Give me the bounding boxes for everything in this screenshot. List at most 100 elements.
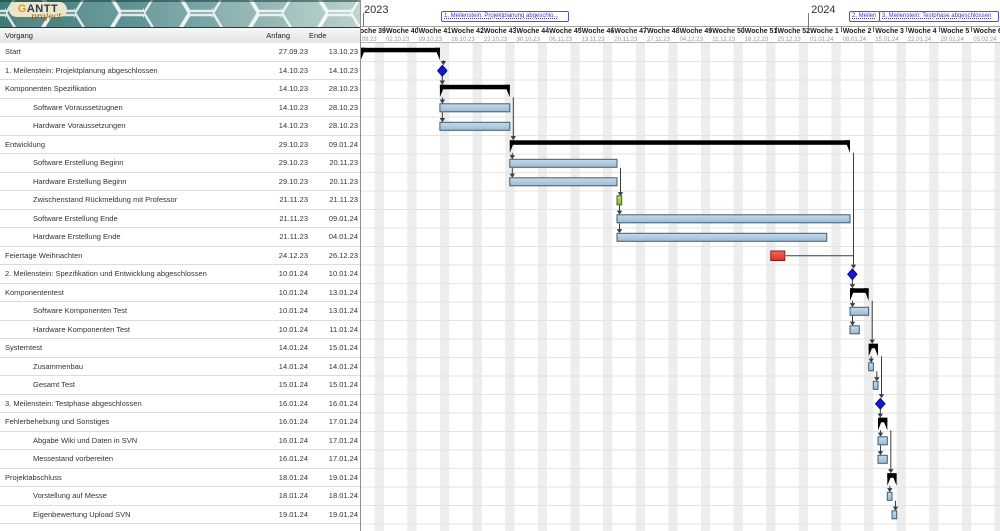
- week-label: Woche 41: [419, 28, 452, 35]
- gantt-bar-task[interactable]: [440, 122, 510, 130]
- task-row[interactable]: Software Komponenten Test10.01.2413.01.2…: [0, 302, 360, 321]
- gantt-bar-task[interactable]: [617, 233, 827, 241]
- task-name-cell: Entwicklung: [5, 136, 45, 154]
- task-row[interactable]: 3. Meilenstein: Testphase abgeschlossen1…: [0, 395, 360, 414]
- task-name-cell: 2. Meilenstein: Spezifikation und Entwic…: [5, 265, 207, 283]
- task-end-cell: 11.01.24: [290, 321, 358, 339]
- task-row[interactable]: Start27.09.2313.10.23: [0, 43, 360, 62]
- gantt-bar-task[interactable]: [440, 104, 510, 112]
- week-start-date: 30.10.23: [517, 37, 540, 43]
- week-label: Woche 48: [647, 28, 680, 35]
- task-name-cell: Komponententest: [5, 284, 64, 302]
- task-end-cell: 21.11.23: [290, 191, 358, 209]
- task-end-cell: 10.01.24: [290, 265, 358, 283]
- gantt-bar-summary[interactable]: [361, 48, 440, 53]
- milestone-timeline-label: 3. Meilenstein: Testphase abgeschlossen: [879, 11, 999, 22]
- task-row[interactable]: Software Erstellung Beginn29.10.2320.11.…: [0, 154, 360, 173]
- week-label: Woche 47: [614, 28, 647, 35]
- gantt-bar-task[interactable]: [878, 455, 887, 463]
- gantt-bar-task[interactable]: [617, 215, 850, 223]
- dependency-arrow: [878, 414, 883, 418]
- week-start-date: 09.10.23: [419, 37, 442, 43]
- gantt-milestone-diamond[interactable]: [876, 398, 886, 409]
- gantt-bar-summary[interactable]: [440, 85, 510, 90]
- task-row[interactable]: Systemtest14.01.2415.01.24: [0, 339, 360, 358]
- app-banner: GANTT project: [0, 0, 360, 28]
- summary-end-hook: [882, 418, 887, 431]
- dependency-arrow: [850, 284, 856, 288]
- weekend-band: [995, 43, 1000, 531]
- task-row[interactable]: Komponenten Spezifikation14.10.2328.10.2…: [0, 80, 360, 99]
- week-start-date: 08.01.24: [843, 37, 866, 43]
- task-end-cell: 20.11.23: [290, 173, 358, 191]
- gantt-bar-task[interactable]: [892, 511, 897, 519]
- weekend-band: [929, 43, 938, 531]
- task-end-cell: 09.01.24: [290, 210, 358, 228]
- task-table-header: Vorgang Anfang Ende: [0, 28, 360, 44]
- task-row[interactable]: Software Erstellung Ende21.11.2309.01.24: [0, 210, 360, 229]
- task-row[interactable]: Zwischenstand Rückmeldung mit Professor2…: [0, 191, 360, 210]
- milestone-timeline-label: 2. Meilen: [849, 11, 880, 22]
- task-end-cell: 13.01.24: [290, 302, 358, 320]
- week-start-date: 11.12.23: [712, 37, 735, 43]
- task-row[interactable]: Eigenbewertung Upload SVN19.01.2419.01.2…: [0, 506, 360, 525]
- task-row[interactable]: Komponententest10.01.2413.01.24: [0, 284, 360, 303]
- task-end-cell: 28.10.23: [290, 117, 358, 135]
- gantt-bar-holiday[interactable]: [771, 251, 785, 261]
- week-label: Woche 1: [810, 28, 839, 35]
- weekend-band: [473, 43, 482, 531]
- task-row[interactable]: Zusammenbau14.01.2414.01.24: [0, 358, 360, 377]
- gantt-milestone-diamond[interactable]: [848, 269, 858, 280]
- gantt-bar-task[interactable]: [887, 492, 892, 500]
- gantt-bar-task[interactable]: [510, 178, 617, 186]
- summary-end-hook: [873, 344, 878, 357]
- week-label: Woche 46: [582, 28, 615, 35]
- dependency-arrow: [887, 488, 892, 492]
- gantt-bar-task[interactable]: [869, 363, 874, 371]
- task-row[interactable]: Vorstellung auf Messe18.01.2418.01.24: [0, 487, 360, 506]
- gantt-bar-task[interactable]: [878, 437, 887, 445]
- gantt-bar-task[interactable]: [510, 159, 617, 167]
- task-row[interactable]: 1. Meilenstein: Projektplanung abgeschlo…: [0, 62, 360, 81]
- week-label: Woche 45: [549, 28, 582, 35]
- task-row[interactable]: Projektabschluss18.01.2419.01.24: [0, 469, 360, 488]
- task-row[interactable]: Gesamt Test15.01.2415.01.24: [0, 376, 360, 395]
- task-row[interactable]: Hardware Voraussetzungen14.10.2328.10.23: [0, 117, 360, 136]
- task-name-cell: Software Erstellung Beginn: [33, 154, 123, 172]
- task-row[interactable]: Abgabe Wiki und Daten in SVN16.01.2417.0…: [0, 432, 360, 451]
- task-end-cell: 17.01.24: [290, 450, 358, 468]
- task-name-cell: Fehlerbehebung und Sonstiges: [5, 413, 109, 431]
- week-label: Woche 6: [973, 28, 1000, 35]
- summary-end-hook: [845, 140, 850, 153]
- task-row[interactable]: Software Voraussetzugnen14.10.2328.10.23: [0, 99, 360, 118]
- summary-start-hook: [887, 473, 892, 486]
- task-end-cell: 16.01.24: [290, 395, 358, 413]
- task-row[interactable]: Messestand vorbereiten16.01.2417.01.24: [0, 450, 360, 469]
- task-row[interactable]: Fehlerbehebung und Sonstiges16.01.2417.0…: [0, 413, 360, 432]
- gantt-bar-summary[interactable]: [510, 140, 850, 145]
- task-row[interactable]: Hardware Erstellung Beginn29.10.2320.11.…: [0, 173, 360, 192]
- week-start-date: 25.09.23: [361, 37, 377, 43]
- task-row[interactable]: Entwicklung29.10.2309.01.24: [0, 136, 360, 155]
- task-name-cell: Eigenbewertung Upload SVN: [33, 506, 131, 524]
- task-table-body: Start27.09.2313.10.231. Meilenstein: Pro…: [0, 43, 360, 524]
- gantt-bar-task[interactable]: [850, 307, 869, 315]
- column-header-anfang: Anfang: [240, 28, 290, 43]
- task-end-cell: 04.01.24: [290, 228, 358, 246]
- weekend-band: [538, 43, 547, 531]
- gantt-bar-task[interactable]: [873, 381, 878, 389]
- task-name-cell: Messestand vorbereiten: [33, 450, 113, 468]
- week-tick: [808, 27, 809, 32]
- ganttproject-window: GANTT project Vorgang Anfang Ende Start2…: [0, 0, 1000, 531]
- task-row[interactable]: Hardware Erstellung Ende21.11.2304.01.24: [0, 228, 360, 247]
- task-row[interactable]: Hardware Komponenten Test10.01.2411.01.2…: [0, 321, 360, 340]
- week-tick: [515, 27, 516, 32]
- task-name-cell: Komponenten Spezifikation: [5, 80, 96, 98]
- task-row[interactable]: Feiertage Weihnachten24.12.2326.12.23: [0, 247, 360, 266]
- gantt-chart-viewport[interactable]: Woche 3925.09.23Woche 4002.10.23Woche 41…: [361, 0, 1000, 531]
- task-name-cell: Zusammenbau: [33, 358, 83, 376]
- gantt-chart-svg: [361, 0, 1000, 531]
- task-row[interactable]: 2. Meilenstein: Spezifikation und Entwic…: [0, 265, 360, 284]
- gantt-bar-meeting[interactable]: [617, 196, 622, 205]
- gantt-bar-task[interactable]: [850, 326, 859, 334]
